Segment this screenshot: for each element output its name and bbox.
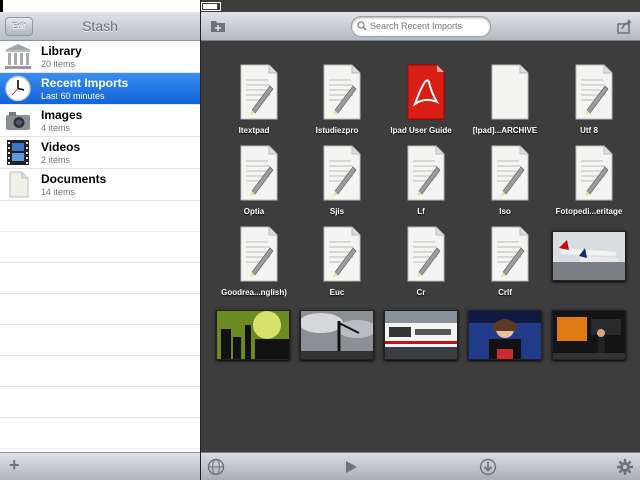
- file-item[interactable]: Optia: [212, 130, 296, 216]
- file-item[interactable]: Lf: [379, 130, 463, 216]
- file-label: Goodrea...nglish): [221, 288, 287, 297]
- sidebar-item-count: 4 items: [41, 123, 71, 133]
- document-file-icon: [407, 226, 445, 282]
- sidebar-item-count: 20 items: [41, 59, 76, 69]
- train-photo[interactable]: [384, 310, 458, 360]
- camera-icon: [6, 112, 30, 130]
- sidebar-toolbar: Edit Stash: [0, 12, 200, 41]
- sidebar-item-label: Images: [41, 108, 83, 122]
- sidebar-item-label: Library: [41, 44, 82, 58]
- document-file-icon: [323, 145, 361, 201]
- file-label: Crlf: [498, 288, 512, 297]
- library-icon: [5, 44, 31, 69]
- file-item[interactable]: Istudiezpro: [295, 49, 379, 135]
- document-file-icon: [407, 145, 445, 201]
- status-bar: iPad 1:06 PM: [0, 0, 640, 468]
- empty-row: [0, 418, 200, 449]
- search-input[interactable]: [370, 19, 484, 33]
- sidebar: Edit Stash Library 20 items Recent Impor…: [0, 12, 200, 480]
- document-file-icon: [575, 64, 613, 120]
- search-field[interactable]: [351, 16, 491, 37]
- sidebar-item-images[interactable]: Images 4 items: [0, 105, 200, 137]
- file-item[interactable]: Crlf: [463, 211, 547, 297]
- film-icon: [7, 140, 29, 165]
- sidebar-item-recent-imports[interactable]: Recent Imports Last 60 minutes: [0, 73, 200, 105]
- add-button[interactable]: +: [9, 455, 20, 476]
- settings-gear-icon[interactable]: [616, 458, 634, 476]
- file-item[interactable]: Cr: [379, 211, 463, 297]
- sidebar-item-library[interactable]: Library 20 items: [0, 41, 200, 73]
- document-icon: [9, 171, 29, 198]
- sidebar-item-label: Recent Imports: [41, 76, 129, 90]
- content-toolbar: [201, 12, 640, 41]
- empty-row: [0, 356, 200, 387]
- file-item[interactable]: Goodrea...nglish): [212, 211, 296, 297]
- document-file-icon: [575, 145, 613, 201]
- airplanes-photo[interactable]: [552, 231, 626, 281]
- sidebar-item-documents[interactable]: Documents 14 items: [0, 169, 200, 201]
- speaker-photo[interactable]: [468, 310, 542, 360]
- clock-icon: [5, 75, 31, 102]
- file-item[interactable]: Iso: [463, 130, 547, 216]
- city-silhouette-photo[interactable]: [216, 310, 290, 360]
- file-item[interactable]: Fotopedi...eritage: [547, 130, 631, 216]
- file-item[interactable]: Euc: [295, 211, 379, 297]
- document-file-icon: [491, 145, 529, 201]
- empty-row: [0, 325, 200, 356]
- file-grid: Itextpad Istudiezpro Ipad User Guide [Ipad]…: [201, 41, 640, 451]
- sidebar-item-count: 14 items: [41, 187, 76, 197]
- document-file-icon: [491, 226, 529, 282]
- file-label: Fotopedi...eritage: [555, 207, 623, 216]
- document-file-icon: [240, 145, 278, 201]
- sidebar-list: Library 20 items Recent Imports Last 60 …: [0, 41, 200, 449]
- document-file-icon: [240, 64, 278, 120]
- file-item[interactable]: [Ipad]...ARCHIVE: [463, 49, 547, 135]
- pdf-file-icon: [407, 64, 445, 120]
- empty-row: [0, 387, 200, 418]
- import-folder-icon[interactable]: [210, 18, 226, 34]
- globe-icon[interactable]: [207, 458, 225, 476]
- presenter-stage-photo[interactable]: [552, 310, 626, 360]
- document-file-icon: [491, 64, 529, 120]
- empty-row: [0, 294, 200, 325]
- search-icon: [357, 21, 367, 31]
- play-icon[interactable]: [342, 458, 360, 476]
- share-icon[interactable]: [617, 18, 633, 34]
- sidebar-item-label: Documents: [41, 172, 107, 186]
- file-item[interactable]: Sjis: [295, 130, 379, 216]
- sidebar-item-count: Last 60 minutes: [41, 91, 105, 101]
- file-label: Euc: [329, 288, 345, 297]
- sidebar-bottom-bar: +: [0, 452, 200, 480]
- file-label: Cr: [416, 288, 426, 297]
- download-icon[interactable]: [479, 458, 497, 476]
- document-file-icon: [323, 226, 361, 282]
- sidebar-item-videos[interactable]: Videos 2 items: [0, 137, 200, 169]
- empty-row: [0, 201, 200, 232]
- empty-row: [0, 263, 200, 294]
- file-item[interactable]: Utf 8: [547, 49, 631, 135]
- content-bottom-bar: [201, 452, 640, 480]
- crane-sky-photo[interactable]: [299, 310, 377, 360]
- file-item[interactable]: Ipad User Guide: [379, 49, 463, 135]
- empty-row: [0, 232, 200, 263]
- document-file-icon: [240, 226, 278, 282]
- content-pane: ItextpadIstudiezproIpad User Guide[Ipad]…: [200, 12, 640, 480]
- document-file-icon: [323, 64, 361, 120]
- file-item[interactable]: Itextpad: [212, 49, 296, 135]
- sidebar-title: Stash: [82, 18, 118, 34]
- sidebar-item-count: 2 items: [41, 155, 71, 165]
- sidebar-item-label: Videos: [41, 140, 81, 154]
